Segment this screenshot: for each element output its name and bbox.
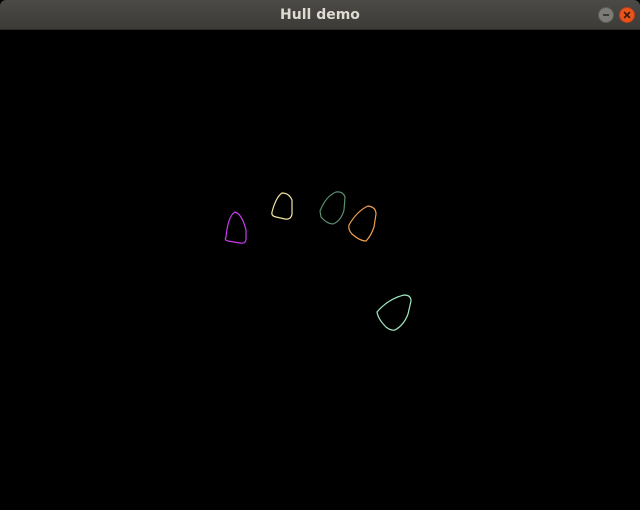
window-title: Hull demo xyxy=(280,7,360,23)
title-bar[interactable]: Hull demo xyxy=(0,0,640,30)
hull-orange xyxy=(348,205,377,242)
drawing-canvas[interactable] xyxy=(0,30,640,510)
hull-yellow xyxy=(271,192,293,220)
hull-dark-green xyxy=(319,191,346,225)
app-window: Hull demo xyxy=(0,0,640,510)
hull-magenta xyxy=(224,211,247,244)
close-icon[interactable] xyxy=(619,7,635,23)
hull-mint xyxy=(376,294,412,331)
minimize-icon[interactable] xyxy=(598,7,614,23)
hull-canvas-svg xyxy=(224,191,412,331)
